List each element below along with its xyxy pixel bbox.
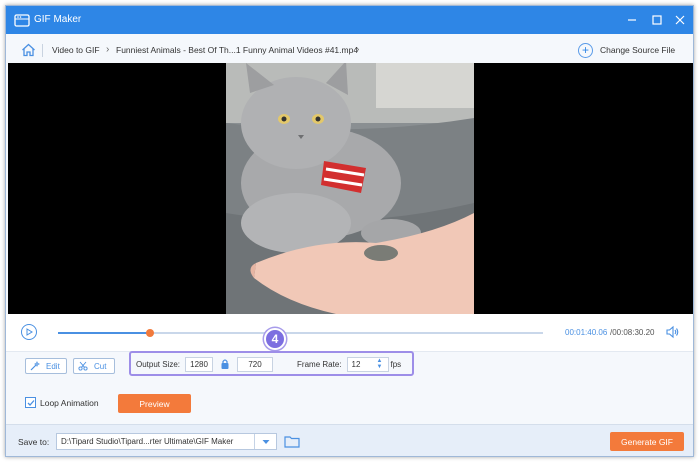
magic-wand-icon	[30, 361, 40, 371]
window-title: GIF Maker	[34, 14, 82, 25]
timeline-slider[interactable]	[58, 329, 543, 337]
loop-animation-checkbox[interactable]	[25, 397, 36, 408]
chevron-right-icon: ›	[106, 44, 110, 55]
checkmark-icon	[27, 399, 34, 406]
player-controls: 00:01:40.06 /00:08:30.20	[6, 314, 693, 352]
preview-button[interactable]: Preview	[118, 394, 191, 413]
save-to-label: Save to:	[18, 437, 50, 447]
app-logo-icon	[14, 14, 30, 27]
output-size-label: Output Size:	[136, 359, 181, 369]
video-frame	[226, 63, 474, 314]
breadcrumb-file-name: Funniest Animals - Best Of Th...1 Funny …	[116, 45, 359, 55]
loop-animation-label: Loop Animation	[40, 397, 99, 408]
cut-button[interactable]: Cut	[73, 358, 115, 374]
gif-settings-panel: Edit Cut 4 Output Size: 1280 720 Frame R…	[6, 328, 693, 424]
close-icon[interactable]	[671, 11, 689, 29]
fps-label: fps	[390, 359, 402, 369]
generate-gif-button[interactable]: Generate GIF	[610, 432, 684, 451]
save-path-value: D:\Tipard Studio\Tipard...rter Ultimate\…	[61, 437, 234, 446]
output-settings-row: Output Size: 1280 720 Frame Rate: 12 ▲ ▼…	[136, 356, 401, 372]
loop-animation-option[interactable]: Loop Animation	[25, 397, 99, 408]
breadcrumb-video-to-gif[interactable]: Video to GIF	[52, 45, 100, 55]
save-bar: Save to: D:\Tipard Studio\Tipard...rter …	[6, 424, 693, 456]
step-number-badge: 4	[264, 328, 286, 350]
current-time: 00:01:40.06	[565, 328, 608, 337]
volume-icon[interactable]	[665, 325, 679, 339]
chevron-down-icon[interactable]: ▼	[375, 364, 385, 370]
add-circle-icon: +	[578, 42, 593, 58]
edit-label: Edit	[46, 361, 60, 371]
minimize-icon[interactable]	[623, 11, 641, 29]
change-source-label: Change Source File	[600, 45, 676, 55]
chevron-down-icon[interactable]	[254, 434, 276, 449]
video-frame-image	[226, 63, 474, 314]
frame-rate-label: Frame Rate:	[297, 359, 342, 369]
total-time: /00:08:30.20	[610, 328, 655, 337]
maximize-icon[interactable]	[648, 11, 666, 29]
chevron-right-icon: ›	[356, 44, 360, 55]
cut-label: Cut	[94, 361, 107, 371]
gif-maker-window: GIF Maker Video to GIF › Funniest Animal…	[5, 5, 694, 457]
timeline-handle[interactable]	[146, 329, 155, 337]
output-width-input[interactable]: 1280	[185, 356, 214, 372]
folder-icon[interactable]	[284, 435, 300, 448]
breadcrumb: Video to GIF › Funniest Animals - Best O…	[6, 34, 693, 66]
play-icon[interactable]	[21, 324, 37, 340]
timeline-progress	[58, 332, 151, 334]
home-icon[interactable]	[21, 43, 36, 57]
frame-rate-stepper[interactable]: ▲ ▼	[375, 358, 385, 370]
edit-button[interactable]: Edit	[25, 358, 67, 374]
scissors-icon	[78, 361, 88, 371]
output-height-input[interactable]: 720	[237, 356, 274, 372]
save-path-select[interactable]: D:\Tipard Studio\Tipard...rter Ultimate\…	[56, 433, 277, 450]
video-preview[interactable]	[8, 63, 693, 314]
change-source-file-button[interactable]: + Change Source File	[578, 41, 675, 59]
title-bar: GIF Maker	[6, 6, 693, 34]
lock-icon[interactable]	[219, 358, 231, 370]
breadcrumb-divider	[42, 44, 43, 57]
